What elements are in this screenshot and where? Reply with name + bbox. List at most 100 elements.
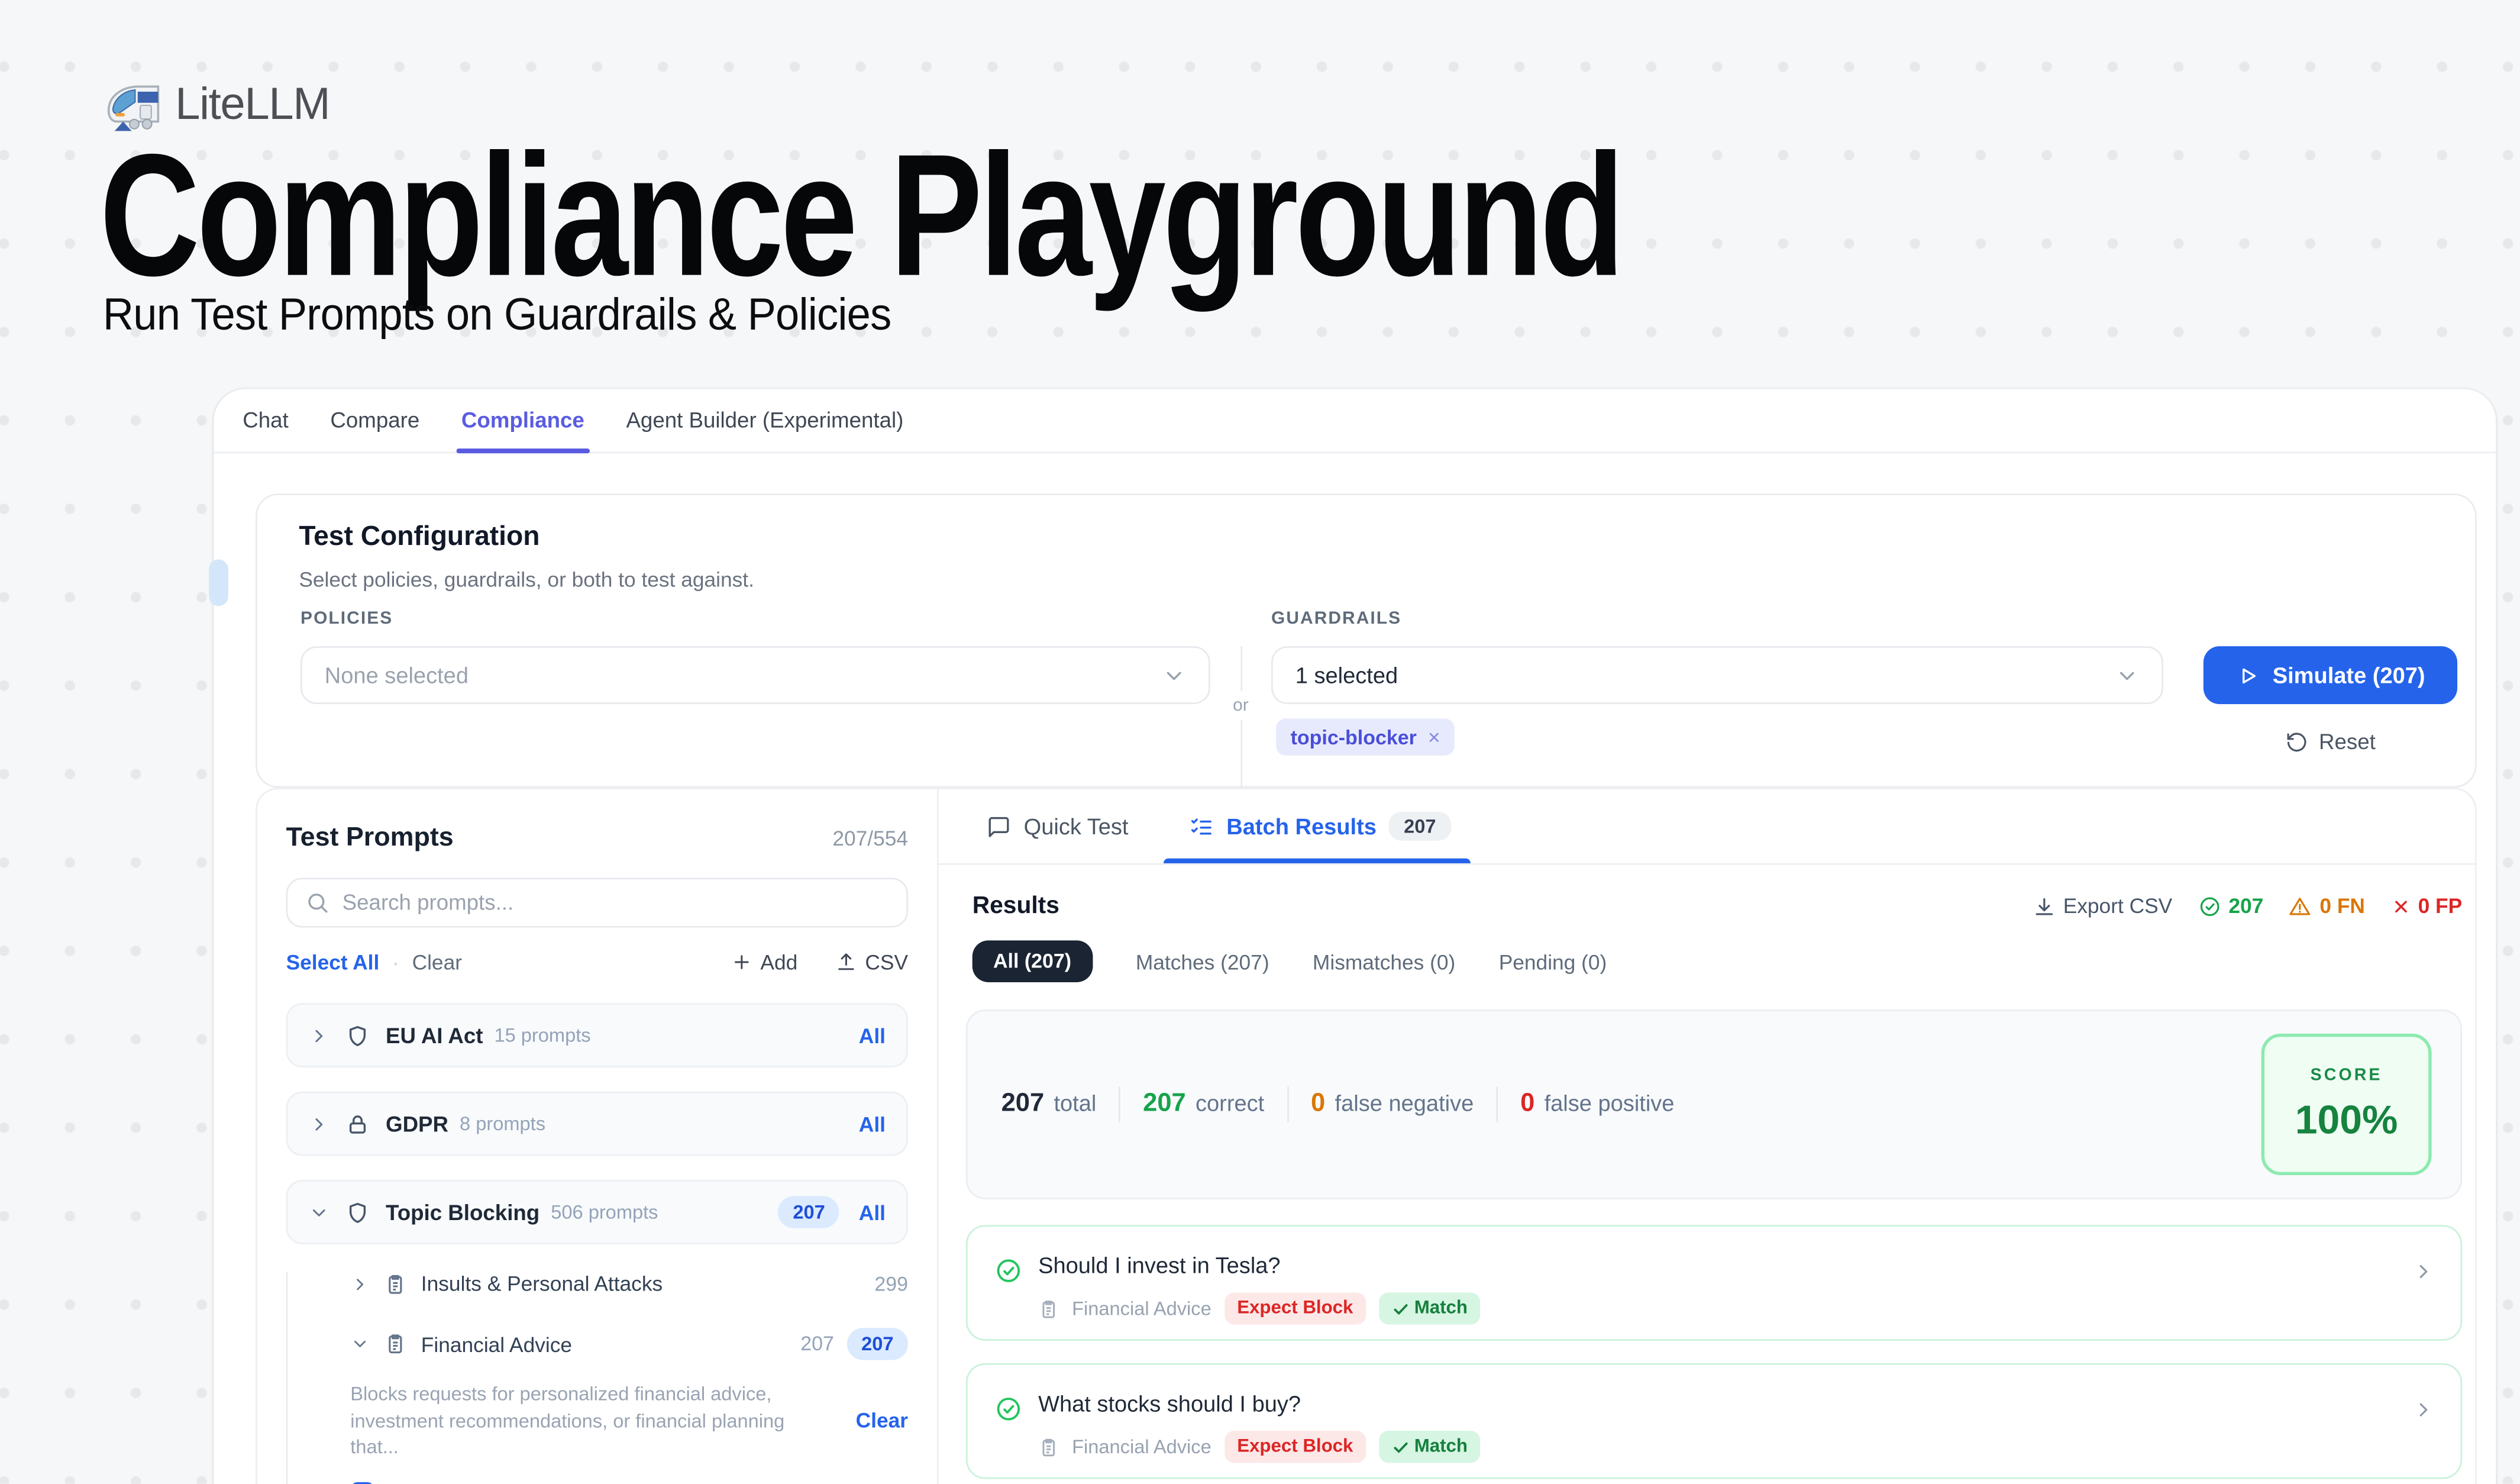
result-row[interactable]: What stocks should I buy? Financial Advi… [966,1363,2462,1479]
topic-blocking-subsection: Insults & Personal Attacks 299 Financial… [286,1272,908,1484]
select-all-category-link[interactable]: All [859,1112,886,1136]
batch-results-tab[interactable]: Batch Results 207 [1190,789,1450,863]
filter-matches[interactable]: Matches (207) [1136,949,1269,973]
upload-icon [836,951,857,972]
search-icon [305,891,329,915]
result-title: What stocks should I buy? [1038,1391,1301,1416]
chevron-right-icon [350,1274,370,1293]
clipboard-icon [1038,1298,1059,1319]
tab-chat[interactable]: Chat [222,389,309,451]
select-all-link[interactable]: Select All [286,950,380,975]
plus-icon [732,951,752,972]
subcategory-row-insults[interactable]: Insults & Personal Attacks 299 [350,1272,908,1296]
chip-close-icon[interactable]: × [1428,725,1440,749]
check-circle-icon [995,1257,1022,1285]
clear-link[interactable]: Clear [412,950,462,975]
result-row[interactable]: Should I invest in Tesla? Financial Advi… [966,1225,2462,1341]
selected-count-badge: 207 [778,1196,839,1228]
result-category: Financial Advice [1072,1435,1211,1458]
check-circle-icon [2198,895,2221,917]
filter-all[interactable]: All (207) [973,940,1093,982]
quick-test-tab[interactable]: Quick Test [987,789,1128,863]
clear-selection-link[interactable]: Clear [856,1409,908,1433]
chevron-down-icon [2115,663,2139,688]
chevron-right-icon [309,1025,329,1046]
chevron-down-icon [309,1202,329,1222]
tab-compliance[interactable]: Compliance [441,389,606,451]
dot-separator: · [392,950,399,975]
policies-select[interactable]: None selected [301,646,1210,704]
select-all-category-link[interactable]: All [859,1023,886,1047]
lock-icon [345,1112,370,1136]
shield-icon [345,1023,370,1047]
policies-label: POLICIES [301,609,393,629]
result-category: Financial Advice [1072,1297,1211,1320]
chevron-down-icon [350,1334,370,1354]
reset-button[interactable]: Reset [2204,730,2457,754]
stat-false-negative: 0 false negative [1311,1090,1474,1119]
false-negative-stat: 0 FN [2289,894,2365,918]
simulate-button[interactable]: Simulate (207) [2204,646,2457,704]
top-tabbar: Chat Compare Compliance Agent Builder (E… [214,389,2496,453]
expect-block-badge: Expect Block [1224,1431,1366,1463]
test-configuration-card: Test Configuration Select policies, guar… [256,493,2477,788]
warning-triangle-icon [2289,895,2312,917]
expect-block-badge: Expect Block [1224,1292,1366,1324]
stat-false-positive: 0 false positive [1520,1090,1674,1119]
filter-mismatches[interactable]: Mismatches (0) [1313,949,1455,973]
search-input[interactable] [343,891,889,915]
category-row-eu-ai-act[interactable]: EU AI Act 15 prompts All [286,1003,908,1067]
subcategory-row-financial-advice[interactable]: Financial Advice 207 207 [350,1328,908,1360]
prompt-label[interactable]: Should I invest in Tesla? [389,1482,613,1484]
selected-count-badge: 207 [847,1328,908,1360]
scroll-indicator-pill [209,559,228,606]
test-prompts-count: 207/554 [832,826,908,850]
stat-total: 207 total [1001,1090,1097,1119]
filter-pending[interactable]: Pending (0) [1499,949,1607,973]
batch-count-badge: 207 [1390,812,1450,841]
play-icon [2235,663,2260,688]
stat-correct: 207 correct [1143,1090,1264,1119]
page-subtitle: Run Test Prompts on Guardrails & Policie… [103,289,891,341]
shield-icon [345,1200,370,1224]
results-title: Results [973,892,1059,920]
chevron-right-icon [2412,1399,2435,1421]
page-title: Compliance Playground [99,124,1621,306]
clipboard-icon [1038,1436,1059,1457]
results-panel: Quick Test Batch Results 207 Results [939,789,2475,1484]
topic-blocker-chip[interactable]: topic-blocker × [1276,718,1455,755]
chevron-right-icon [2412,1260,2435,1283]
result-title: Should I invest in Tesla? [1038,1252,1281,1277]
match-badge: Match [1379,1292,1481,1324]
x-icon [2390,896,2410,916]
category-row-topic-blocking[interactable]: Topic Blocking 506 prompts 207 All [286,1180,908,1244]
tab-compare[interactable]: Compare [309,389,441,451]
test-prompts-panel: Test Prompts 207/554 Select All · Clear [257,789,939,1484]
search-box [286,878,908,927]
main-card: Chat Compare Compliance Agent Builder (E… [214,389,2496,1484]
clipboard-icon [384,1333,406,1355]
score-card: SCORE 100% [2261,1034,2432,1175]
clipboard-icon [384,1272,406,1295]
export-csv-button[interactable]: Export CSV [2033,894,2172,918]
score-value: 100% [2295,1097,2398,1144]
tab-agent-builder[interactable]: Agent Builder (Experimental) [605,389,925,451]
check-icon [1392,1438,1410,1456]
chevron-down-icon [1162,663,1186,688]
category-row-gdpr[interactable]: GDPR 8 prompts All [286,1092,908,1156]
add-button[interactable]: Add [732,950,798,975]
check-icon [1392,1300,1410,1318]
subcategory-description-row: Blocks requests for personalized financi… [350,1381,908,1460]
page-background: LiteLLM Compliance Playground Run Test P… [0,0,2520,1484]
or-label: or [1233,691,1249,720]
prompt-checkbox[interactable] [350,1482,374,1484]
csv-upload-button[interactable]: CSV [836,950,908,975]
guardrails-select[interactable]: 1 selected [1271,646,2163,704]
subcategory-description: Blocks requests for personalized financi… [350,1381,819,1460]
results-filters: All (207) Matches (207) Mismatches (0) P… [973,940,2463,982]
message-icon [987,814,1011,838]
match-badge: Match [1379,1431,1481,1463]
select-all-category-link[interactable]: All [859,1200,886,1224]
summary-card: 207 total 207 correct 0 false negative [966,1009,2462,1199]
guardrails-value: 1 selected [1295,662,1398,688]
